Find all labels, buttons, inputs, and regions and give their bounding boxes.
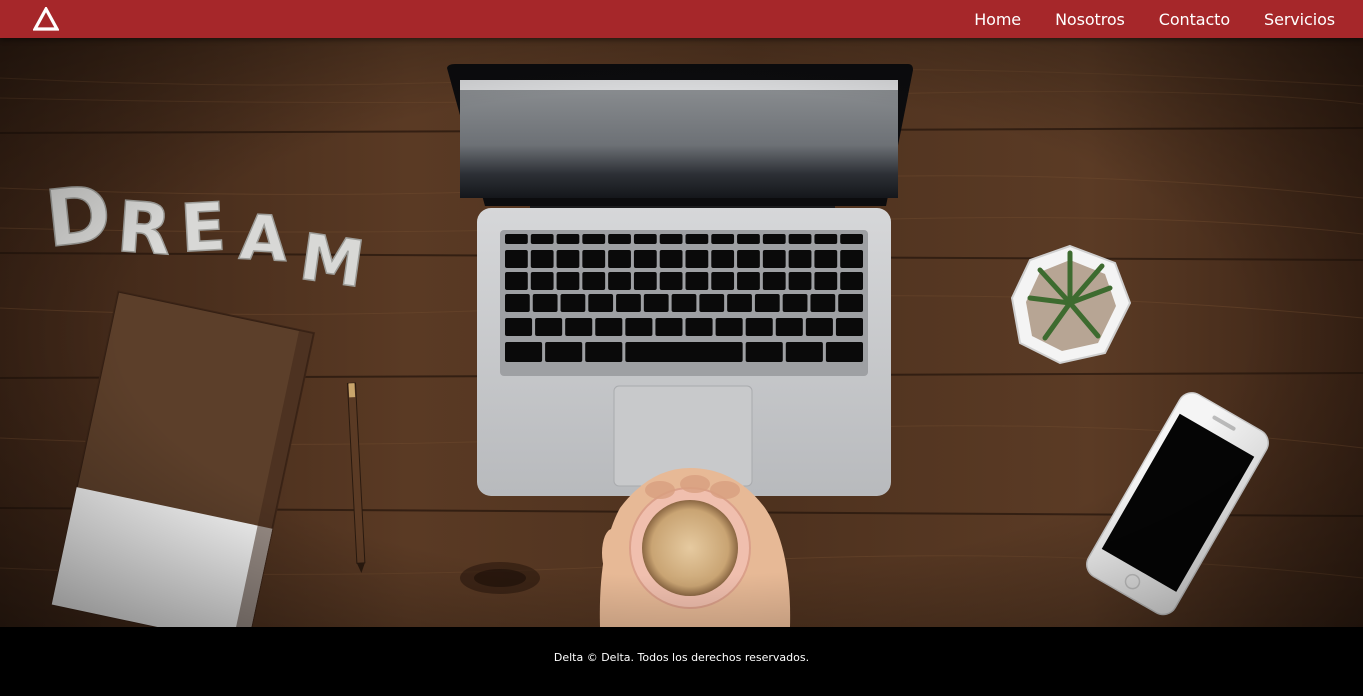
top-navbar: Home Nosotros Contacto Servicios xyxy=(0,0,1363,38)
desk-photo: D R E A M xyxy=(0,38,1363,627)
nav-home[interactable]: Home xyxy=(974,10,1021,29)
nav-nosotros[interactable]: Nosotros xyxy=(1055,10,1125,29)
nav-servicios[interactable]: Servicios xyxy=(1264,10,1335,29)
footer: Delta © Delta. Todos los derechos reserv… xyxy=(0,627,1363,696)
copyright-text: Delta © Delta. Todos los derechos reserv… xyxy=(553,651,810,664)
triangle-logo-icon[interactable] xyxy=(33,7,59,31)
main-nav: Home Nosotros Contacto Servicios xyxy=(974,0,1335,38)
hero-image: D R E A M xyxy=(0,38,1363,627)
nav-contacto[interactable]: Contacto xyxy=(1159,10,1230,29)
